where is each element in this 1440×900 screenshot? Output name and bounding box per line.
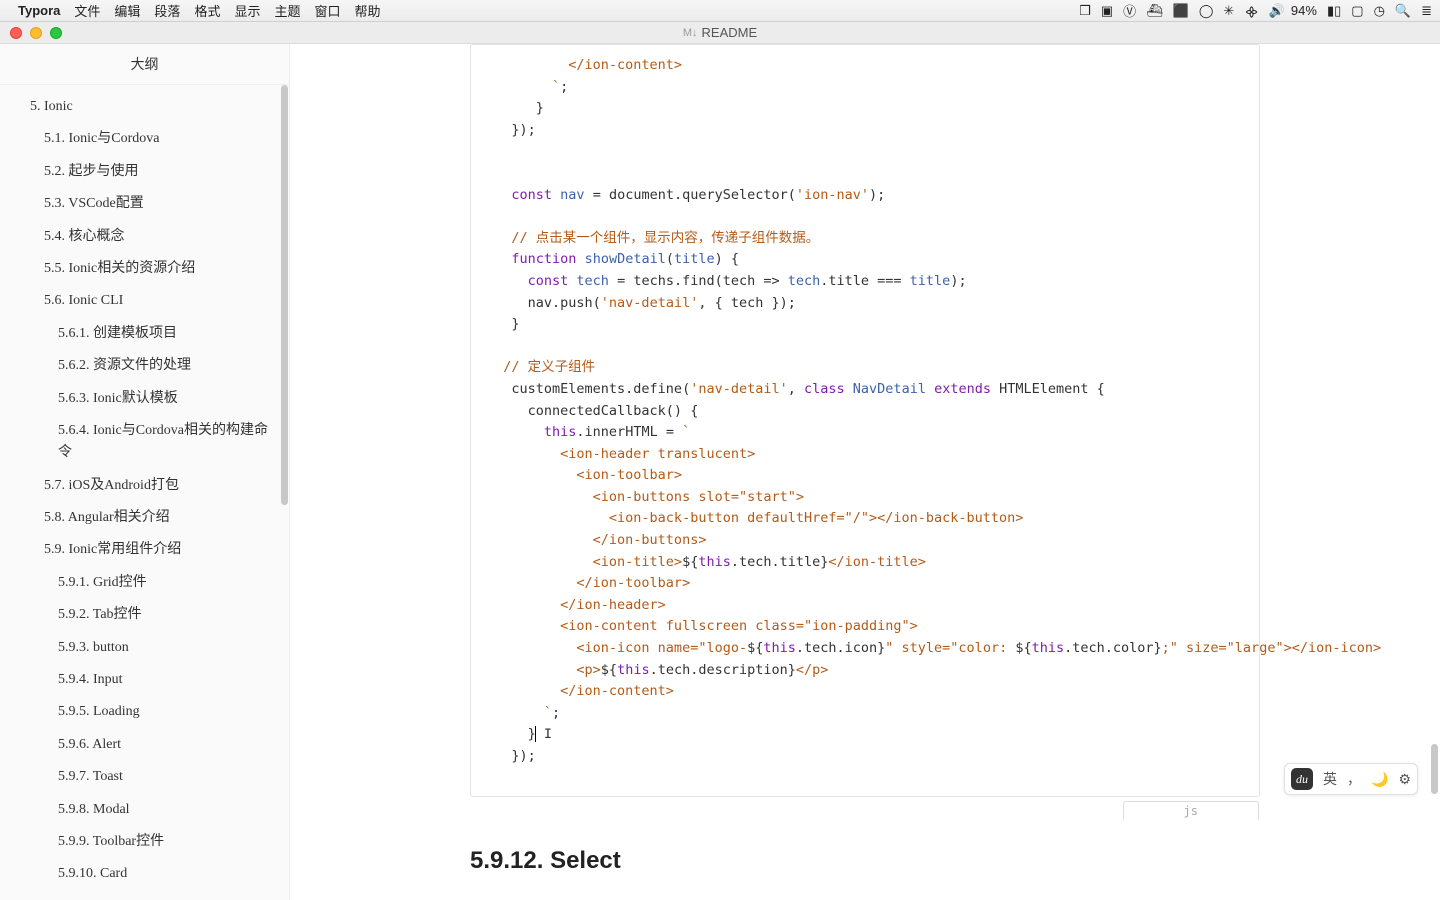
outline-item[interactable]: 5.8. Angular相关介绍 [0, 502, 289, 534]
outline-item[interactable]: 5.9.9. Toolbar控件 [0, 826, 289, 858]
ime-lang-toggle[interactable]: 英 [1323, 769, 1337, 789]
outline-sidebar: 大纲 5. Ionic5.1. Ionic与Cordova5.2. 起步与使用5… [0, 44, 290, 900]
window-minimize-button[interactable] [30, 27, 42, 39]
spotlight-icon[interactable]: 🔍 [1395, 3, 1411, 19]
vpn-icon[interactable]: Ⓥ [1123, 1, 1136, 20]
editor-area[interactable]: </ion-content> `; } }); const nav = docu… [290, 44, 1440, 900]
battery-percent: 94% [1291, 3, 1317, 18]
moon-icon[interactable] [1371, 771, 1388, 788]
menu-file[interactable]: 文件 [74, 1, 100, 20]
macos-menubar: Typora 文件 编辑 段落 格式 显示 主题 窗口 帮助 ❒ ▣ Ⓥ ⛴ ⬛… [0, 0, 1440, 22]
docker-icon[interactable]: ⛴ [1146, 3, 1163, 19]
book-icon[interactable]: ❒ [1079, 3, 1091, 19]
outline-item[interactable]: 5.9.1. Grid控件 [0, 567, 289, 599]
outline-item[interactable]: 5.3. VSCode配置 [0, 188, 289, 220]
markdown-file-icon: M↓ [683, 27, 698, 39]
outline-item[interactable]: 5.9. Ionic常用组件介绍 [0, 534, 289, 566]
outline-item[interactable]: 5.9.10. Card [0, 858, 289, 890]
calendar-icon[interactable]: ▢ [1351, 3, 1363, 19]
outline-item[interactable]: 5.9.4. Input [0, 664, 289, 696]
outline-item[interactable]: 5.9.11. Navigation [0, 891, 289, 900]
outline-item[interactable]: 5. Ionic [0, 91, 289, 123]
window-maximize-button[interactable] [50, 27, 62, 39]
ime-logo-icon: du [1291, 768, 1313, 790]
menu-format[interactable]: 格式 [194, 1, 220, 20]
menu-edit[interactable]: 编辑 [114, 1, 140, 20]
control-center-icon[interactable]: ≣ [1421, 3, 1432, 19]
outline-item[interactable]: 5.2. 起步与使用 [0, 156, 289, 188]
outline-item[interactable]: 5.6. Ionic CLI [0, 285, 289, 317]
outline-item[interactable]: 5.6.1. 创建模板项目 [0, 318, 289, 350]
text-cursor [535, 726, 536, 742]
document-title: M↓ README [0, 25, 1440, 40]
outline-item[interactable]: 5.6.2. 资源文件的处理 [0, 350, 289, 382]
clock-icon[interactable]: ◷ [1374, 3, 1385, 19]
traffic-lights [10, 27, 62, 39]
window-close-button[interactable] [10, 27, 22, 39]
outline-item[interactable]: 5.6.4. Ionic与Cordova相关的构建命令 [0, 415, 289, 470]
outline-item[interactable]: 5.9.7. Toast [0, 761, 289, 793]
ime-punct-toggle[interactable]: ， [1347, 769, 1361, 789]
editor-scrollbar-thumb[interactable] [1431, 744, 1438, 794]
outline-item[interactable]: 5.9.3. button [0, 632, 289, 664]
menu-theme[interactable]: 主题 [274, 1, 300, 20]
code-language-label[interactable]: js [1123, 801, 1259, 820]
outline-item[interactable]: 5.9.8. Modal [0, 794, 289, 826]
app-name[interactable]: Typora [18, 3, 60, 18]
menu-paragraph[interactable]: 段落 [154, 1, 180, 20]
window-titlebar: M↓ README [0, 22, 1440, 44]
ime-widget[interactable]: du 英 ， [1284, 763, 1418, 795]
menu-window[interactable]: 窗口 [314, 1, 340, 20]
outline-item[interactable]: 5.4. 核心概念 [0, 221, 289, 253]
gear-icon[interactable] [1398, 771, 1411, 788]
circle-icon[interactable]: ◯ [1199, 3, 1214, 19]
hat-icon[interactable]: ⬛ [1173, 3, 1189, 19]
code-block[interactable]: </ion-content> `; } }); const nav = docu… [470, 44, 1260, 797]
outline-item[interactable]: 5.5. Ionic相关的资源介绍 [0, 253, 289, 285]
asterisk-icon[interactable]: ✳ [1223, 3, 1234, 19]
sound-icon[interactable]: 🔊 [1269, 3, 1285, 19]
outline-item[interactable]: 5.7. iOS及Android打包 [0, 470, 289, 502]
outline-item[interactable]: 5.1. Ionic与Cordova [0, 123, 289, 155]
outline-item[interactable]: 5.9.2. Tab控件 [0, 599, 289, 631]
outline-list[interactable]: 5. Ionic5.1. Ionic与Cordova5.2. 起步与使用5.3.… [0, 85, 289, 900]
section-heading[interactable]: 5.9.12. Select [470, 847, 1260, 875]
wifi-icon[interactable]: ᯽ [1244, 2, 1258, 20]
screen-rec-icon[interactable]: ▣ [1101, 3, 1113, 19]
battery-icon[interactable]: ▮▯ [1327, 3, 1341, 19]
outline-header: 大纲 [0, 44, 289, 85]
menu-view[interactable]: 显示 [234, 1, 260, 20]
outline-item[interactable]: 5.9.5. Loading [0, 696, 289, 728]
menu-help[interactable]: 帮助 [355, 1, 381, 20]
sidebar-scrollbar-thumb[interactable] [281, 85, 288, 505]
outline-item[interactable]: 5.6.3. Ionic默认模板 [0, 383, 289, 415]
outline-item[interactable]: 5.9.6. Alert [0, 729, 289, 761]
